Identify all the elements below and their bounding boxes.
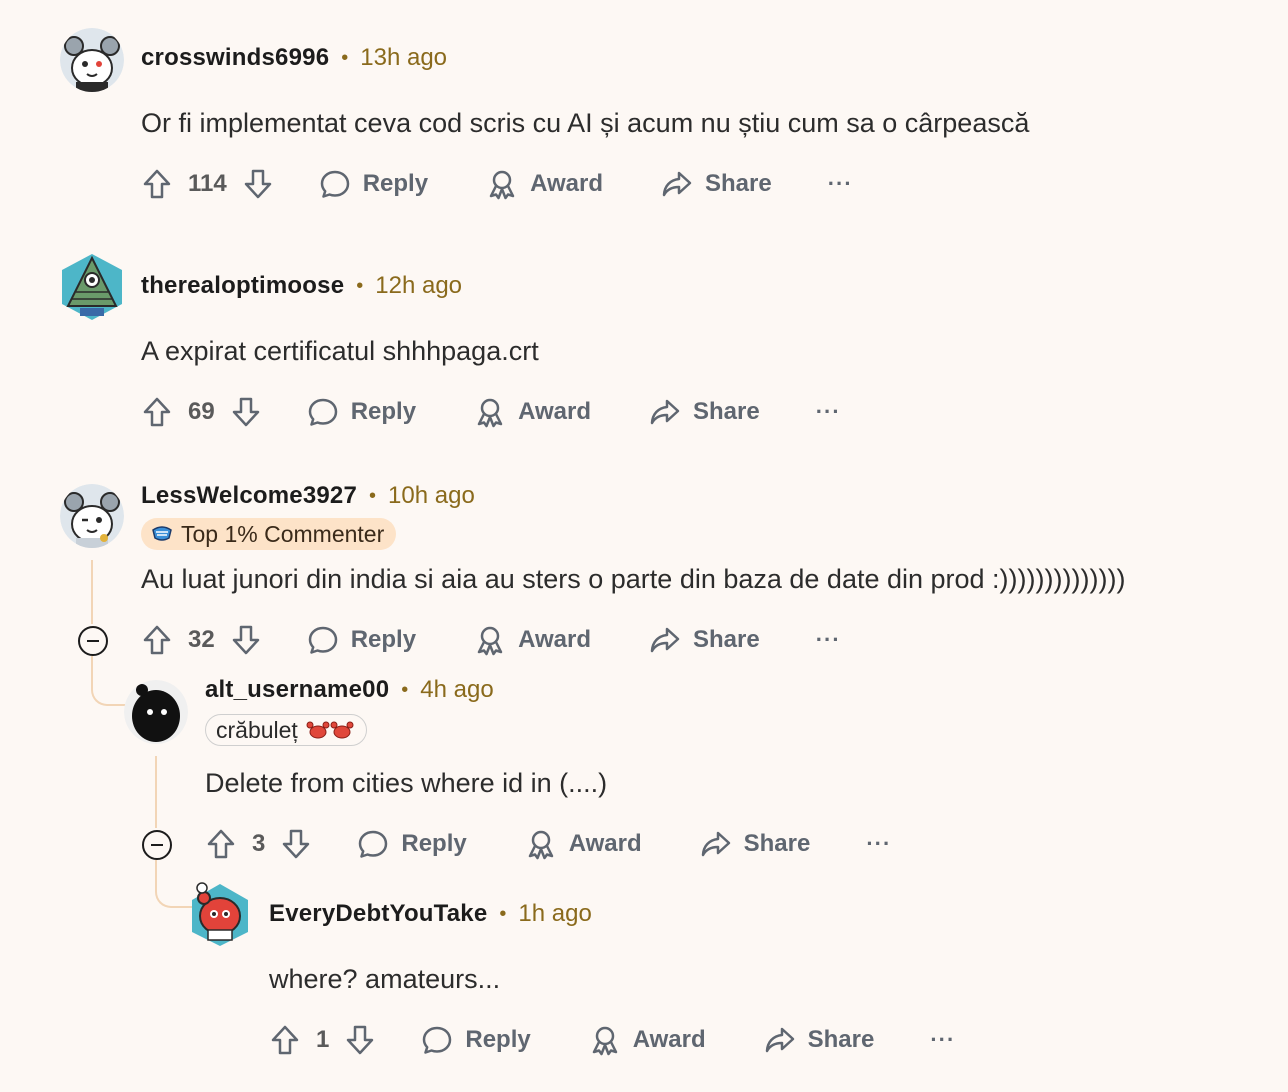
username[interactable]: EveryDebtYouTake <box>269 900 487 928</box>
user-avatar[interactable] <box>60 28 124 92</box>
downvote-icon[interactable] <box>229 623 263 657</box>
share-button[interactable]: Share <box>700 828 810 860</box>
upvote-icon[interactable] <box>268 1023 302 1057</box>
downvote-icon[interactable] <box>279 827 313 861</box>
vote-score: 114 <box>188 170 227 197</box>
reply-icon <box>359 830 388 858</box>
award-icon <box>477 626 503 656</box>
vote-score: 1 <box>316 1026 330 1053</box>
user-flair: Top 1% Commenter <box>141 518 397 550</box>
share-icon <box>701 831 730 857</box>
timestamp[interactable]: 4h ago <box>420 676 493 704</box>
comment-thread: crosswinds6996 • 13h ago Or fi implement… <box>0 0 1288 1092</box>
reply-icon <box>320 170 349 198</box>
share-icon <box>662 171 692 197</box>
comment-meta: alt_username00 • 4h ago <box>205 676 494 704</box>
comment-actions: 114 Reply Award Share ··· <box>140 164 853 204</box>
reply-button[interactable]: Reply <box>357 828 467 860</box>
award-icon <box>528 830 553 860</box>
comment-actions: 1 Reply Award Share ··· <box>268 1020 955 1060</box>
upvote-icon[interactable] <box>140 623 174 657</box>
reply-icon <box>308 626 337 654</box>
separator-dot: • <box>341 46 349 69</box>
upvote-icon[interactable] <box>204 827 238 861</box>
vote-score: 32 <box>188 626 215 653</box>
timestamp[interactable]: 1h ago <box>518 900 591 928</box>
more-options-icon[interactable]: ··· <box>816 399 841 425</box>
upvote-icon[interactable] <box>140 395 174 429</box>
share-button[interactable]: Share <box>764 1024 874 1056</box>
username[interactable]: crosswinds6996 <box>141 44 329 72</box>
comment-body: where? amateurs... <box>269 964 501 994</box>
vote-score: 69 <box>188 398 215 425</box>
username[interactable]: alt_username00 <box>205 676 389 704</box>
reply-icon <box>423 1026 452 1054</box>
thread-line <box>155 756 157 828</box>
award-button[interactable]: Award <box>486 168 603 200</box>
reply-icon <box>308 398 337 426</box>
separator-dot: • <box>499 902 507 925</box>
comment-body: Or fi implementat ceva cod scris cu AI ș… <box>141 108 1030 138</box>
collapse-thread-button[interactable] <box>142 830 172 860</box>
share-icon <box>650 627 680 653</box>
more-options-icon[interactable]: ··· <box>930 1027 955 1053</box>
award-button[interactable]: Award <box>525 828 642 860</box>
comment-body: A expirat certificatul shhhpaga.crt <box>141 336 539 366</box>
user-flair: crăbuleț <box>205 714 367 746</box>
comment-actions: 3 Reply Award Share ··· <box>204 824 891 864</box>
reply-button[interactable]: Reply <box>307 396 416 428</box>
comment-body: Delete from cities where id in (....) <box>205 768 608 798</box>
share-button[interactable]: Share <box>649 624 760 656</box>
reply-button[interactable]: Reply <box>319 168 428 200</box>
crab-emoji-icon <box>306 719 354 741</box>
reply-button[interactable]: Reply <box>421 1024 531 1056</box>
downvote-icon[interactable] <box>343 1023 377 1057</box>
comment-meta: EveryDebtYouTake • 1h ago <box>269 900 592 928</box>
username[interactable]: LessWelcome3927 <box>141 482 357 510</box>
award-button[interactable]: Award <box>474 624 591 656</box>
reply-button[interactable]: Reply <box>307 624 416 656</box>
award-icon <box>477 398 503 428</box>
more-options-icon[interactable]: ··· <box>816 627 841 653</box>
user-avatar[interactable] <box>60 484 124 548</box>
comment-meta: therealoptimoose • 12h ago <box>141 272 462 300</box>
user-avatar[interactable] <box>60 252 124 322</box>
more-options-icon[interactable]: ··· <box>828 171 853 197</box>
upvote-icon[interactable] <box>140 167 174 201</box>
thread-line <box>91 560 93 624</box>
collapse-thread-button[interactable] <box>78 626 108 656</box>
comment-meta: LessWelcome3927 • 10h ago <box>141 482 475 510</box>
timestamp[interactable]: 12h ago <box>375 272 462 300</box>
comment-actions: 69 Reply Award Share ··· <box>140 392 841 432</box>
comment-meta: crosswinds6996 • 13h ago <box>141 44 447 72</box>
thread-connector <box>91 656 131 706</box>
more-options-icon[interactable]: ··· <box>866 831 891 857</box>
award-icon <box>592 1026 617 1056</box>
award-button[interactable]: Award <box>474 396 591 428</box>
user-avatar[interactable] <box>190 880 250 948</box>
commenter-badge-icon <box>151 524 173 544</box>
share-button[interactable]: Share <box>661 168 772 200</box>
share-icon <box>765 1027 794 1053</box>
separator-dot: • <box>356 274 364 297</box>
timestamp[interactable]: 13h ago <box>360 44 447 72</box>
downvote-icon[interactable] <box>229 395 263 429</box>
comment-actions: 32 Reply Award Share ··· <box>140 620 841 660</box>
separator-dot: • <box>369 484 377 507</box>
username[interactable]: therealoptimoose <box>141 272 344 300</box>
comment-body: Au luat junori din india si aia au sters… <box>141 564 1126 594</box>
award-button[interactable]: Award <box>589 1024 706 1056</box>
downvote-icon[interactable] <box>241 167 275 201</box>
timestamp[interactable]: 10h ago <box>388 482 475 510</box>
thread-connector <box>155 860 195 908</box>
separator-dot: • <box>401 678 409 701</box>
share-icon <box>650 399 680 425</box>
award-icon <box>489 170 515 200</box>
vote-score: 3 <box>252 830 266 857</box>
share-button[interactable]: Share <box>649 396 760 428</box>
user-avatar[interactable] <box>124 680 188 744</box>
